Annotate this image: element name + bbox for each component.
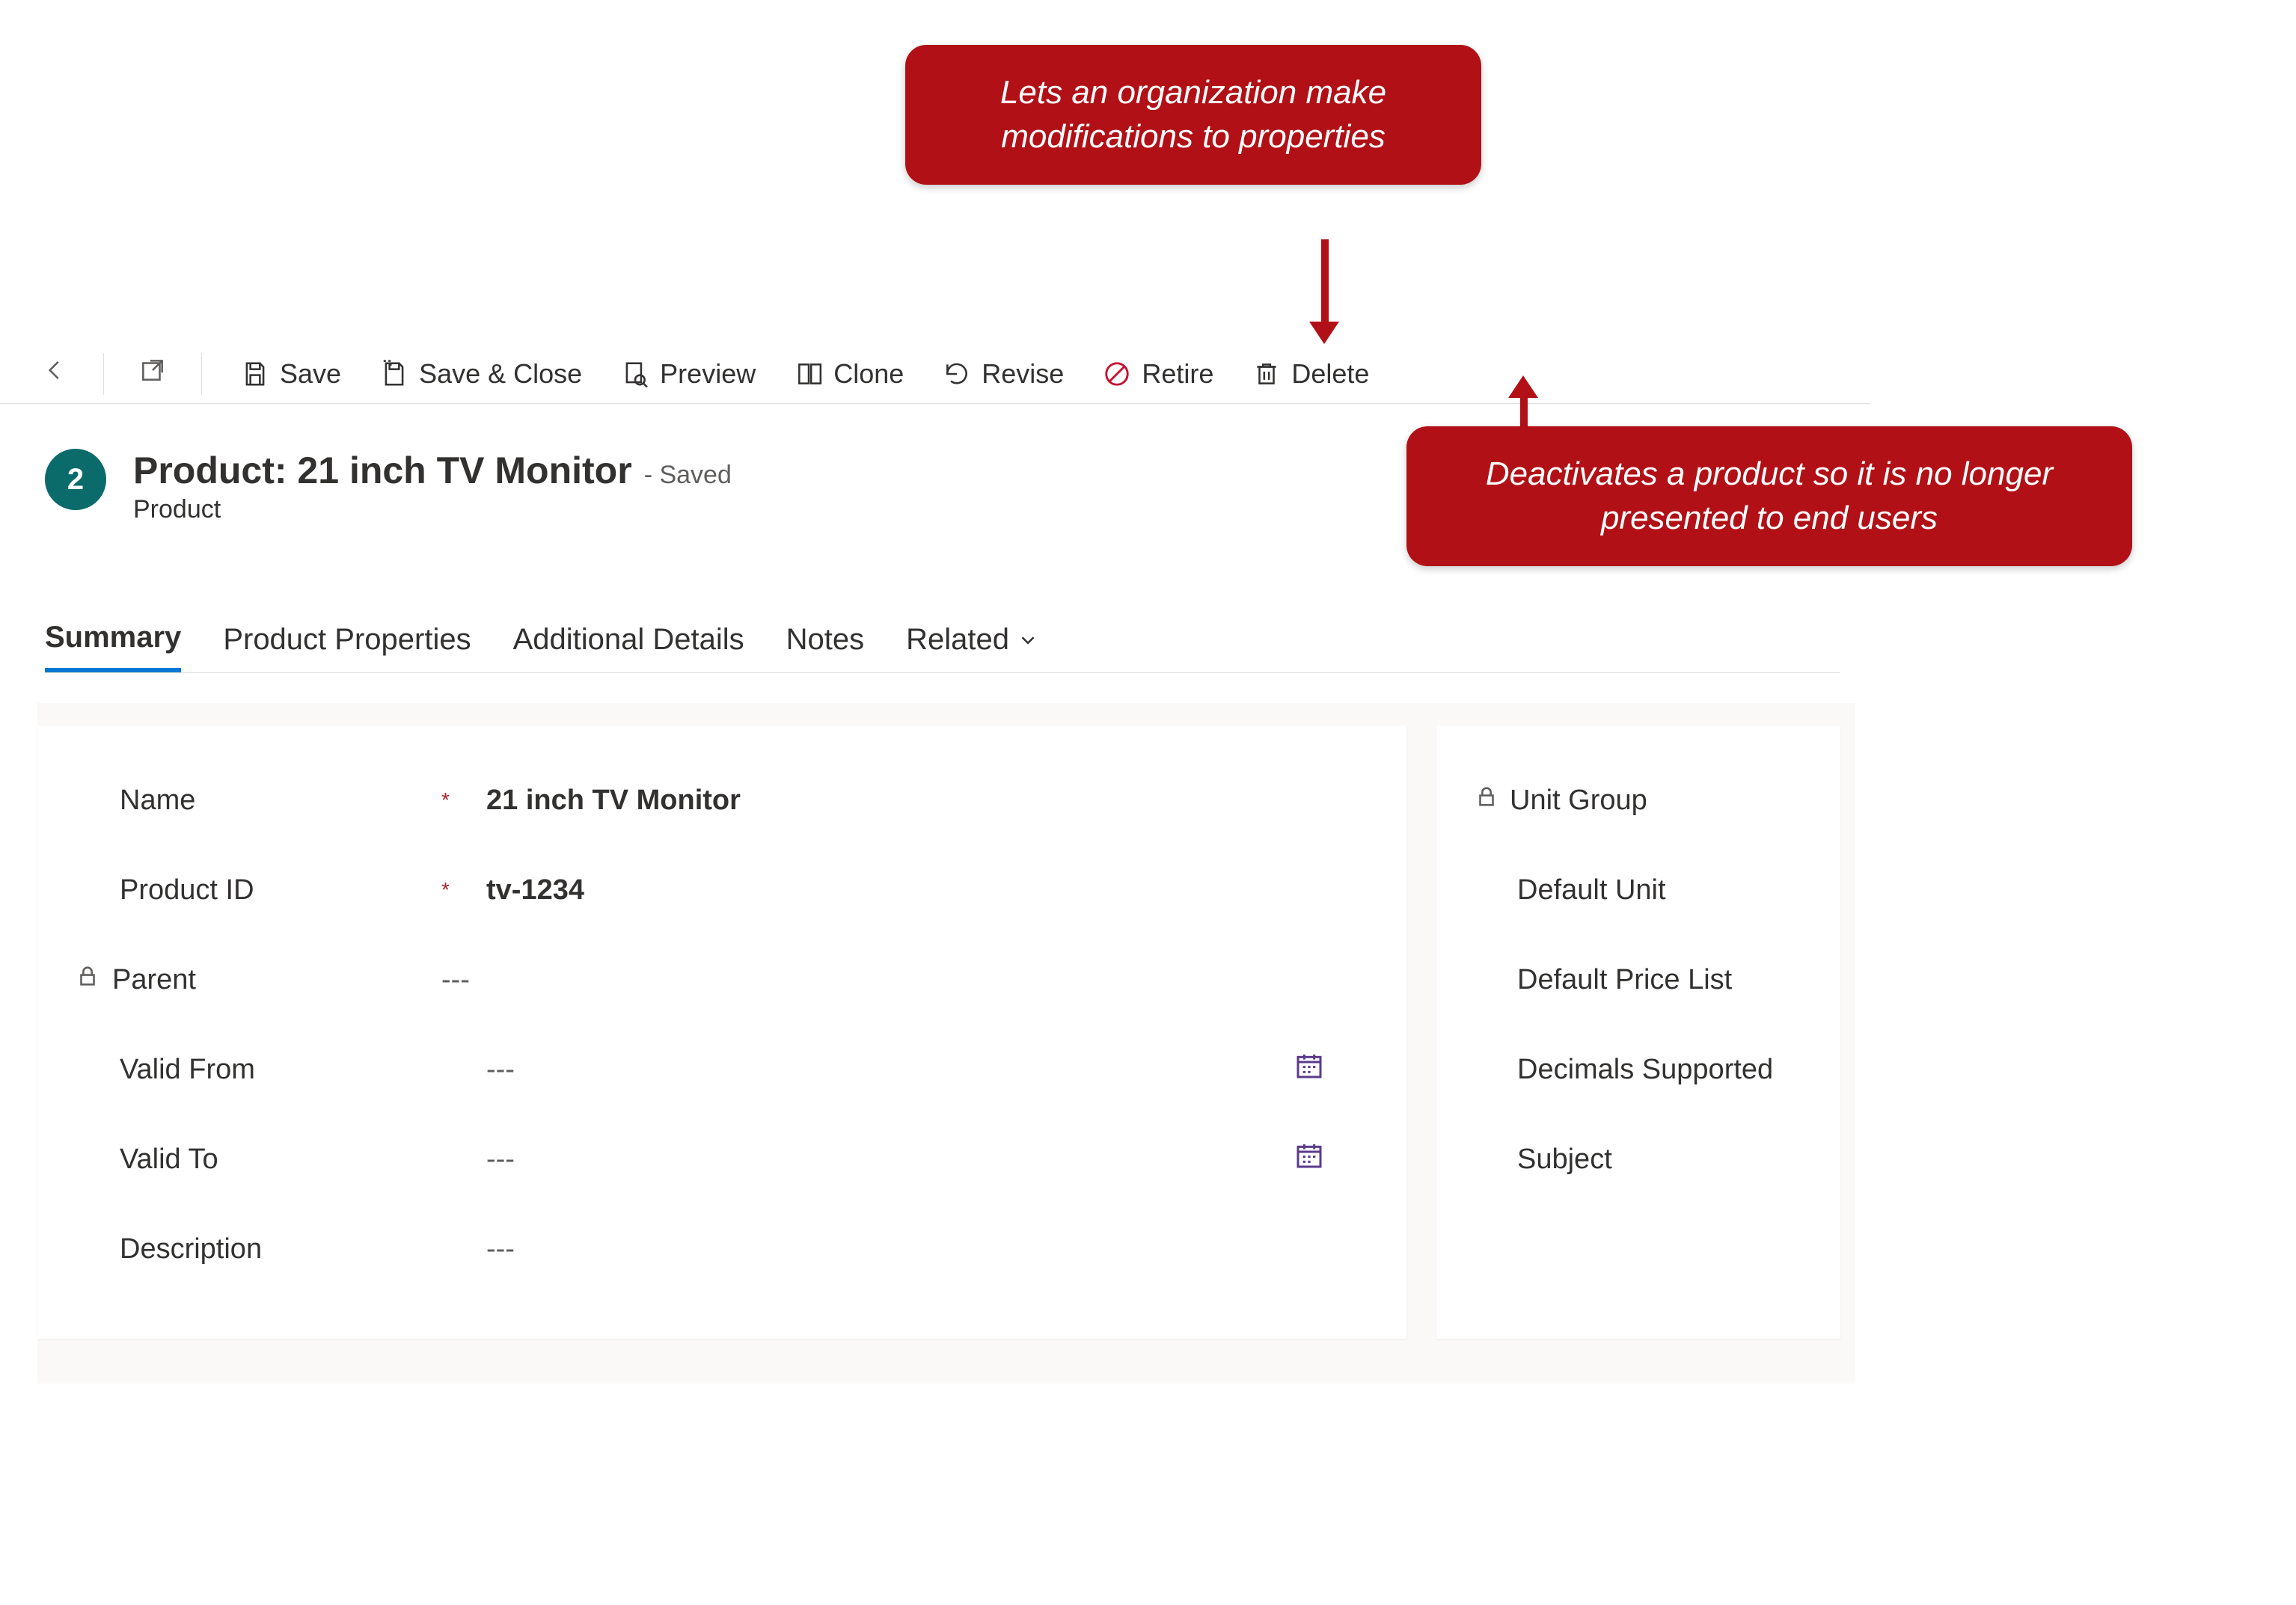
field-decimals-supported-label: Decimals Supported xyxy=(1517,1054,1773,1086)
field-valid-to[interactable]: Valid To --- xyxy=(120,1114,1369,1204)
record-title: Product: 21 inch TV Monitor xyxy=(133,449,632,492)
save-icon xyxy=(241,360,269,388)
save-label: Save xyxy=(280,358,341,390)
field-parent: Parent --- xyxy=(75,935,1369,1025)
field-default-unit[interactable]: Default Unit xyxy=(1474,845,1818,935)
callout-revise: Lets an organization make modifications … xyxy=(905,45,1481,185)
popout-button[interactable] xyxy=(128,352,177,396)
tab-product-properties[interactable]: Product Properties xyxy=(223,613,471,672)
retire-button[interactable]: Retire xyxy=(1088,354,1228,394)
callout-retire-text: Deactivates a product so it is no longer… xyxy=(1486,455,2053,536)
field-valid-from[interactable]: Valid From --- xyxy=(120,1025,1369,1114)
revise-button[interactable]: Revise xyxy=(928,354,1079,394)
required-marker: * xyxy=(441,788,486,812)
field-product-id[interactable]: Product ID * tv-1234 xyxy=(120,845,1369,935)
form-body: Name * 21 inch TV Monitor Product ID * t… xyxy=(37,703,1855,1384)
retire-label: Retire xyxy=(1142,358,1213,390)
record-entity: Product xyxy=(133,495,732,524)
required-marker: * xyxy=(441,878,486,902)
clone-button[interactable]: Clone xyxy=(780,354,919,394)
undo-icon xyxy=(943,360,971,388)
tab-additional-details-label: Additional Details xyxy=(513,623,744,657)
field-valid-to-label: Valid To xyxy=(120,1144,441,1176)
save-close-label: Save & Close xyxy=(419,358,582,390)
popout-icon xyxy=(138,356,167,384)
field-default-unit-label: Default Unit xyxy=(1517,874,1666,906)
summary-card-left: Name * 21 inch TV Monitor Product ID * t… xyxy=(37,725,1406,1339)
field-description[interactable]: Description --- xyxy=(120,1204,1369,1294)
callout-retire-arrow-stem xyxy=(1520,396,1528,429)
field-product-id-label: Product ID xyxy=(120,874,441,906)
tab-notes-label: Notes xyxy=(786,623,865,657)
clone-icon xyxy=(795,360,823,388)
record-status: - Saved xyxy=(644,461,732,490)
back-button[interactable] xyxy=(30,352,79,396)
toolbar-separator xyxy=(103,353,104,395)
lock-icon xyxy=(75,963,112,996)
field-unit-group: Unit Group xyxy=(1474,755,1818,845)
field-valid-from-label: Valid From xyxy=(120,1054,441,1086)
field-decimals-supported[interactable]: Decimals Supported xyxy=(1474,1025,1818,1114)
command-bar: Save Save & Close Preview Clone Revise R… xyxy=(0,344,1870,404)
field-subject[interactable]: Subject xyxy=(1474,1114,1818,1204)
record-badge: 2 xyxy=(45,449,106,510)
revise-label: Revise xyxy=(982,358,1064,390)
tab-product-properties-label: Product Properties xyxy=(223,623,471,657)
trash-icon xyxy=(1252,360,1281,388)
prohibit-icon xyxy=(1103,360,1131,388)
delete-label: Delete xyxy=(1291,358,1369,390)
tab-summary-label: Summary xyxy=(45,621,181,654)
preview-icon xyxy=(621,360,649,388)
tab-related-label: Related xyxy=(906,623,1009,657)
save-button[interactable]: Save xyxy=(226,354,356,394)
delete-button[interactable]: Delete xyxy=(1237,354,1384,394)
record-header: 2 Product: 21 inch TV Monitor - Saved Pr… xyxy=(45,449,732,524)
field-subject-label: Subject xyxy=(1517,1144,1612,1176)
callout-revise-arrow-stem xyxy=(1321,239,1329,322)
callout-revise-arrow-head xyxy=(1309,322,1339,344)
tab-additional-details[interactable]: Additional Details xyxy=(513,613,744,672)
calendar-icon[interactable] xyxy=(1294,1051,1369,1088)
callout-retire: Deactivates a product so it is no longer… xyxy=(1406,426,2132,566)
save-close-icon xyxy=(380,360,408,388)
field-name-value: 21 inch TV Monitor xyxy=(486,785,1294,817)
tab-summary[interactable]: Summary xyxy=(45,613,181,672)
record-badge-number: 2 xyxy=(67,463,84,497)
field-default-price-list[interactable]: Default Price List xyxy=(1474,935,1818,1025)
toolbar-separator xyxy=(201,353,202,395)
callout-retire-arrow-head xyxy=(1508,375,1538,398)
save-close-button[interactable]: Save & Close xyxy=(365,354,597,394)
field-valid-to-value: --- xyxy=(486,1144,1294,1176)
field-parent-label: Parent xyxy=(112,964,397,996)
tab-notes[interactable]: Notes xyxy=(786,613,865,672)
preview-label: Preview xyxy=(660,358,756,390)
field-valid-from-value: --- xyxy=(486,1054,1294,1086)
lock-icon xyxy=(1474,784,1499,817)
chevron-down-icon xyxy=(1017,629,1039,651)
field-name[interactable]: Name * 21 inch TV Monitor xyxy=(120,755,1369,845)
field-product-id-value: tv-1234 xyxy=(486,874,1294,906)
callout-revise-text: Lets an organization make modifications … xyxy=(1000,74,1386,155)
field-name-label: Name xyxy=(120,785,441,817)
calendar-icon[interactable] xyxy=(1294,1141,1369,1178)
summary-card-right: Unit Group Default Unit Default Price Li… xyxy=(1436,725,1840,1339)
field-unit-group-label: Unit Group xyxy=(1510,785,1647,817)
clone-label: Clone xyxy=(833,358,904,390)
tab-related[interactable]: Related xyxy=(906,613,1039,672)
tab-bar: Summary Product Properties Additional De… xyxy=(45,613,1840,673)
field-description-value: --- xyxy=(486,1233,1294,1265)
arrow-left-icon xyxy=(40,356,69,384)
field-default-price-list-label: Default Price List xyxy=(1517,964,1732,996)
field-parent-value: --- xyxy=(441,964,1294,996)
field-description-label: Description xyxy=(120,1233,441,1265)
preview-button[interactable]: Preview xyxy=(606,354,771,394)
